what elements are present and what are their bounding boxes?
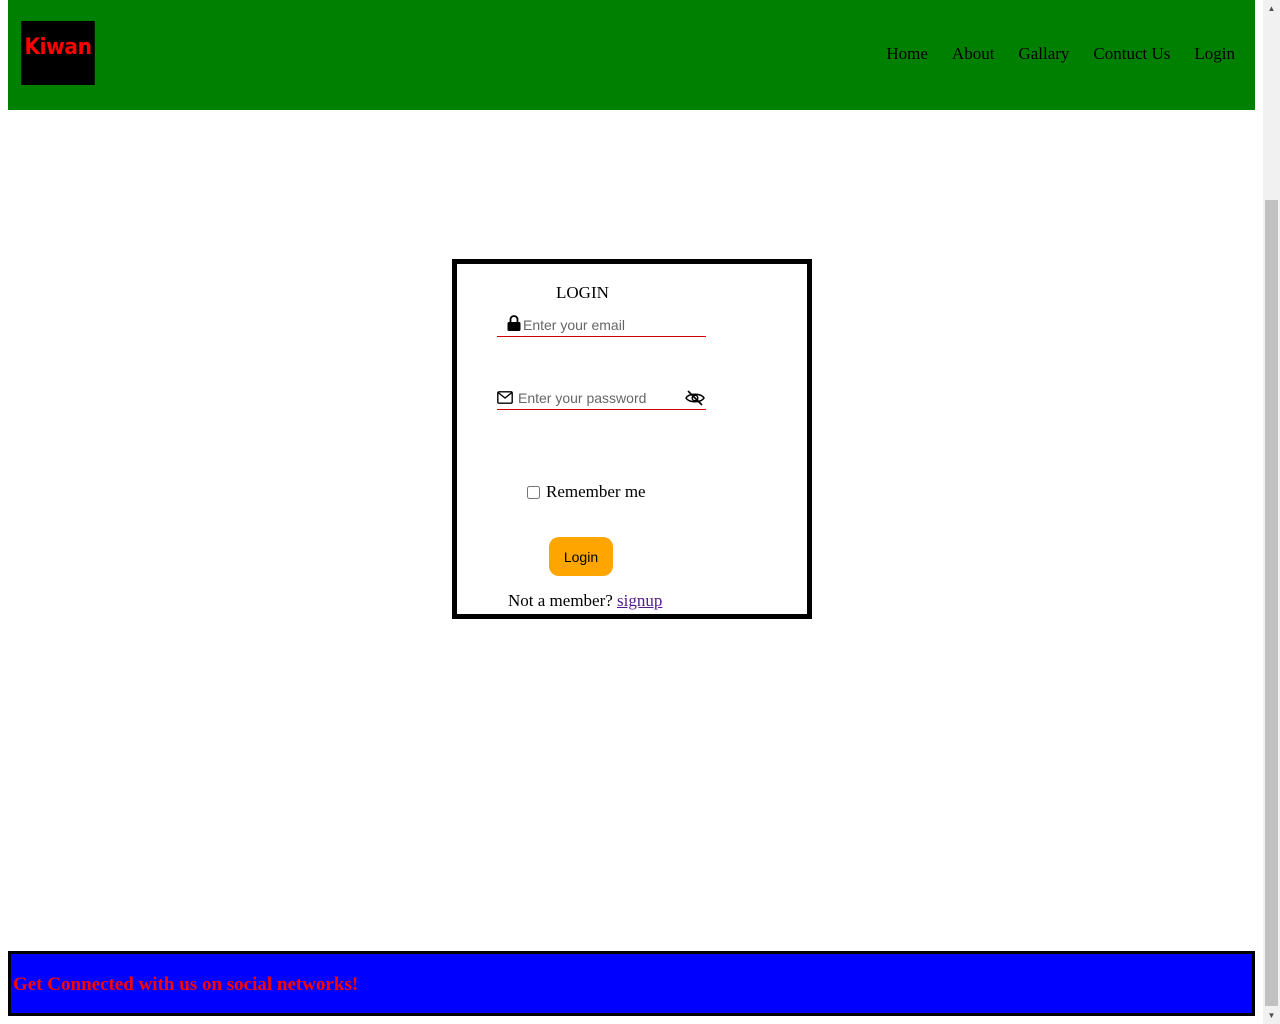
- signup-prompt: Not a member? signup: [508, 591, 662, 611]
- nav-login[interactable]: Login: [1194, 44, 1235, 64]
- main-nav: Home About Gallary Contuct Us Login: [886, 44, 1235, 64]
- nav-gallery[interactable]: Gallary: [1018, 44, 1069, 64]
- remember-me[interactable]: Remember me: [527, 482, 646, 502]
- nav-contact-us[interactable]: Contuct Us: [1093, 44, 1170, 64]
- remember-me-checkbox[interactable]: [527, 485, 540, 499]
- eye-slash-icon[interactable]: [685, 390, 705, 411]
- footer-text: Get Connected with us on social networks…: [13, 974, 359, 995]
- nav-about[interactable]: About: [952, 44, 995, 64]
- scroll-up-arrow-icon[interactable]: ▲: [1263, 0, 1280, 17]
- vertical-scrollbar[interactable]: ▲ ▼: [1263, 0, 1280, 1024]
- remember-me-label: Remember me: [546, 482, 646, 501]
- scrollbar-thumb[interactable]: [1265, 200, 1278, 1006]
- scroll-down-arrow-icon[interactable]: ▼: [1263, 1007, 1280, 1024]
- site-header: Kiwan Home About Gallary Contuct Us Logi…: [8, 0, 1255, 110]
- lock-icon: [507, 315, 521, 336]
- email-field-wrapper: [497, 314, 706, 337]
- signup-link[interactable]: signup: [617, 591, 662, 610]
- logo[interactable]: Kiwan: [21, 21, 95, 85]
- email-input[interactable]: [523, 316, 703, 334]
- envelope-icon: [497, 391, 513, 409]
- site-footer: Get Connected with us on social networks…: [8, 951, 1255, 1016]
- login-title: LOGIN: [556, 283, 609, 302]
- nav-home[interactable]: Home: [886, 44, 928, 64]
- password-field-wrapper: [497, 387, 706, 410]
- not-member-text: Not a member?: [508, 591, 613, 610]
- password-input[interactable]: [518, 389, 678, 407]
- login-form: LOGIN Remember me Logi: [452, 259, 812, 619]
- login-button[interactable]: Login: [549, 537, 613, 576]
